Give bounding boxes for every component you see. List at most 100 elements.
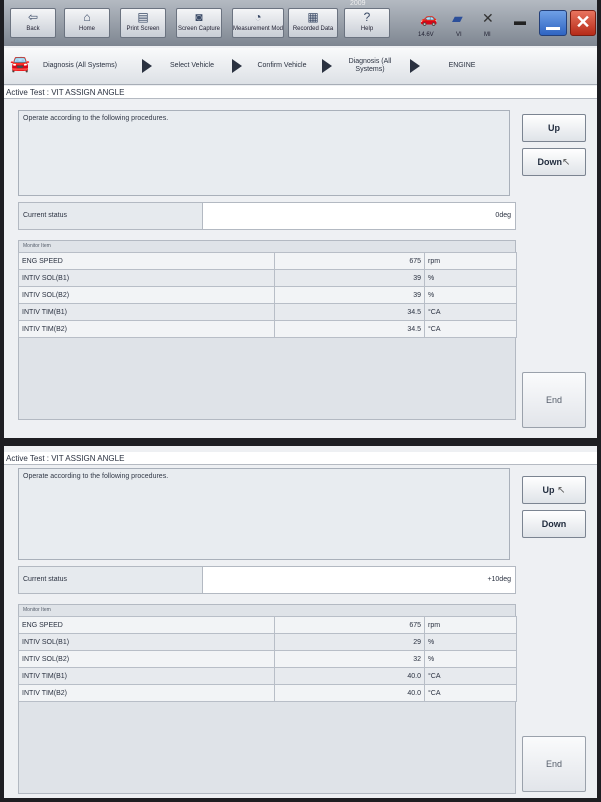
monitor-item-name: INTIV SOL(B2) bbox=[18, 286, 275, 304]
active-test-screen-after: Active Test : VIT ASSIGN ANGLE Operate a… bbox=[4, 446, 597, 798]
monitor-panel: Monitor Item ENG SPEED 675 rpm INTIV SOL… bbox=[18, 604, 517, 794]
procedure-text: Operate according to the following proce… bbox=[23, 115, 169, 122]
monitor-item-unit: °CA bbox=[424, 684, 517, 702]
home-button[interactable]: ⌂ Home bbox=[64, 8, 110, 38]
monitor-item-name: INTIV SOL(B1) bbox=[18, 633, 275, 651]
breadcrumb-item-engine[interactable]: ENGINE bbox=[432, 48, 492, 84]
table-row: INTIV SOL(B1) 39 % bbox=[18, 269, 517, 287]
procedure-box: Operate according to the following proce… bbox=[18, 110, 510, 196]
toolbar: ⇦ Back ⌂ Home ▤ Print Screen ◙ Screen Ca… bbox=[4, 0, 597, 46]
back-arrow-icon: ⇦ bbox=[27, 10, 39, 24]
monitor-item-value: 40.0 bbox=[274, 684, 425, 702]
monitor-item-unit: rpm bbox=[424, 616, 517, 634]
up-button[interactable]: Up bbox=[522, 114, 586, 142]
home-icon: ⌂ bbox=[83, 10, 91, 24]
current-status-value: +10deg bbox=[202, 566, 516, 594]
connection-status: 🚗 14.6V ▰ VI ✕ MI bbox=[418, 8, 508, 38]
back-button[interactable]: ⇦ Back bbox=[10, 8, 56, 38]
monitor-item-value: 29 bbox=[274, 633, 425, 651]
breadcrumb-item-diagnosis-all[interactable]: Diagnosis (All Systems) bbox=[334, 48, 406, 84]
monitor-item-unit: °CA bbox=[424, 303, 517, 321]
screen-capture-button[interactable]: ◙ Screen Capture bbox=[176, 8, 222, 38]
table-row: INTIV TIM(B2) 34.5 °CA bbox=[18, 320, 517, 338]
monitor-item-unit: % bbox=[424, 650, 517, 668]
down-button[interactable]: Down↖ bbox=[522, 148, 586, 176]
table-row: INTIV SOL(B2) 39 % bbox=[18, 286, 517, 304]
breadcrumb-arrow-icon bbox=[142, 59, 152, 73]
vi-label: VI bbox=[456, 32, 462, 38]
print-screen-button[interactable]: ▤ Print Screen bbox=[120, 8, 166, 38]
recorded-data-button[interactable]: ▦ Recorded Data bbox=[288, 8, 338, 38]
breadcrumb-item-diagnosis[interactable]: Diagnosis (All Systems) bbox=[38, 48, 122, 84]
breadcrumb-item-confirm-vehicle[interactable]: Confirm Vehicle bbox=[244, 48, 320, 84]
monitor-table: ENG SPEED 675 rpm INTIV SOL(B1) 39 % INT… bbox=[18, 252, 517, 338]
down-button[interactable]: Down bbox=[522, 510, 586, 538]
table-row: INTIV SOL(B2) 32 % bbox=[18, 650, 517, 668]
procedure-box: Operate according to the following proce… bbox=[18, 468, 510, 560]
minimize-button[interactable] bbox=[539, 10, 567, 36]
current-status-label: Current status bbox=[18, 202, 202, 230]
monitor-item-unit: rpm bbox=[424, 252, 517, 270]
monitor-panel: Monitor Item ENG SPEED 675 rpm INTIV SOL… bbox=[18, 240, 517, 420]
printer-icon: ▤ bbox=[137, 10, 149, 24]
mouse-cursor-icon: ↖ bbox=[562, 157, 571, 168]
breadcrumb: 🚘 Diagnosis (All Systems) Select Vehicle… bbox=[4, 48, 597, 85]
mi-disconnected-icon: ✕ bbox=[482, 10, 494, 26]
monitor-item-name: INTIV TIM(B1) bbox=[18, 303, 275, 321]
breadcrumb-arrow-icon bbox=[322, 59, 332, 73]
monitor-item-value: 675 bbox=[274, 616, 425, 634]
table-row: ENG SPEED 675 rpm bbox=[18, 616, 517, 634]
current-status-label: Current status bbox=[18, 566, 202, 594]
table-row: INTIV TIM(B1) 34.5 °CA bbox=[18, 303, 517, 321]
monitor-item-value: 34.5 bbox=[274, 320, 425, 338]
mi-label: MI bbox=[484, 32, 491, 38]
monitor-item-value: 32 bbox=[274, 650, 425, 668]
active-test-screen-before: ⇦ Back ⌂ Home ▤ Print Screen ◙ Screen Ca… bbox=[4, 0, 597, 438]
breadcrumb-arrow-icon bbox=[410, 59, 420, 73]
monitor-item-unit: °CA bbox=[424, 320, 517, 338]
vehicle-icon: 🚘 bbox=[10, 56, 30, 73]
breadcrumb-arrow-icon bbox=[232, 59, 242, 73]
help-button[interactable]: ? Help bbox=[344, 8, 390, 38]
vi-connector-icon: ▰ bbox=[452, 10, 463, 26]
table-row: INTIV TIM(B1) 40.0 °CA bbox=[18, 667, 517, 685]
battery-icon: ▬ bbox=[514, 14, 526, 28]
camera-icon: ◙ bbox=[195, 10, 203, 24]
monitor-item-unit: °CA bbox=[424, 667, 517, 685]
measurement-mode-button[interactable]: ◔ Measurement Mode bbox=[232, 8, 284, 38]
close-button[interactable]: ✕ bbox=[570, 10, 596, 36]
monitor-header: Monitor Item bbox=[23, 607, 51, 613]
monitor-item-name: INTIV TIM(B2) bbox=[18, 684, 275, 702]
table-row: INTIV SOL(B1) 29 % bbox=[18, 633, 517, 651]
page-title: Active Test : VIT ASSIGN ANGLE bbox=[4, 86, 597, 99]
monitor-item-name: INTIV SOL(B1) bbox=[18, 269, 275, 287]
breadcrumb-item-select-vehicle[interactable]: Select Vehicle bbox=[156, 48, 228, 84]
monitor-item-unit: % bbox=[424, 286, 517, 304]
monitor-item-unit: % bbox=[424, 633, 517, 651]
monitor-item-unit: % bbox=[424, 269, 517, 287]
up-button[interactable]: Up ↖ bbox=[522, 476, 586, 504]
gauge-icon: ◔ bbox=[254, 10, 262, 24]
vehicle-icon: 🚗 bbox=[420, 10, 438, 26]
monitor-item-name: INTIV SOL(B2) bbox=[18, 650, 275, 668]
battery-voltage: 14.6V bbox=[418, 32, 434, 38]
procedure-text: Operate according to the following proce… bbox=[23, 473, 169, 480]
page-title: Active Test : VIT ASSIGN ANGLE bbox=[4, 452, 597, 465]
help-icon: ? bbox=[363, 10, 371, 24]
monitor-item-name: ENG SPEED bbox=[18, 252, 275, 270]
monitor-item-value: 675 bbox=[274, 252, 425, 270]
monitor-item-value: 39 bbox=[274, 286, 425, 304]
monitor-item-value: 40.0 bbox=[274, 667, 425, 685]
monitor-item-name: ENG SPEED bbox=[18, 616, 275, 634]
monitor-item-name: INTIV TIM(B2) bbox=[18, 320, 275, 338]
end-button[interactable]: End bbox=[522, 372, 586, 428]
recorded-data-icon: ▦ bbox=[307, 10, 319, 24]
monitor-item-value: 34.5 bbox=[274, 303, 425, 321]
monitor-item-name: INTIV TIM(B1) bbox=[18, 667, 275, 685]
table-row: ENG SPEED 675 rpm bbox=[18, 252, 517, 270]
mouse-cursor-icon: ↖ bbox=[557, 485, 566, 496]
monitor-item-value: 39 bbox=[274, 269, 425, 287]
current-status-value: 0deg bbox=[202, 202, 516, 230]
end-button[interactable]: End bbox=[522, 736, 586, 792]
toolbar-year: 2009 bbox=[350, 0, 366, 7]
